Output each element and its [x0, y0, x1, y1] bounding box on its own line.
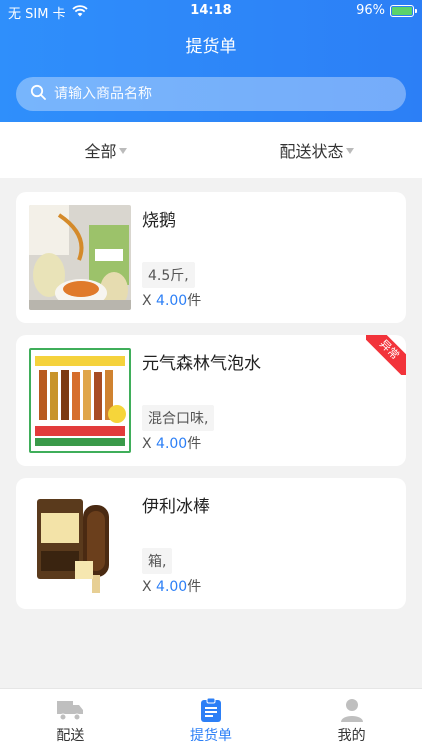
battery-percent: 96%: [356, 3, 385, 18]
page-title: 提货单: [185, 37, 237, 57]
filter-delivery-status-label: 配送状态: [279, 142, 344, 161]
qty-prefix: X: [142, 579, 157, 595]
search-bar[interactable]: [16, 77, 406, 111]
qty-unit: 件: [187, 436, 202, 452]
filter-bar: 全部 配送状态: [0, 122, 422, 178]
clipboard-icon: [199, 697, 223, 723]
product-quantity: X 4.00件: [142, 576, 201, 596]
product-image: [29, 491, 131, 596]
caret-down-icon: [118, 148, 127, 154]
product-name: 烧鹅: [142, 211, 176, 231]
user-icon: [339, 697, 365, 723]
product-spec: 4.5斤,: [142, 262, 195, 288]
order-card[interactable]: 伊利冰棒 箱, X 4.00件: [16, 478, 406, 609]
tab-mine-label: 我的: [337, 728, 366, 744]
qty-prefix: X: [142, 293, 157, 309]
product-image: [29, 348, 131, 453]
truck-icon: [56, 697, 84, 723]
qty-value: 4.00: [156, 579, 188, 595]
tab-pickup-orders-label: 提货单: [190, 728, 232, 744]
exception-badge-label: 异常: [366, 335, 406, 375]
product-quantity: X 4.00件: [142, 290, 201, 310]
caret-down-icon: [345, 148, 354, 154]
order-card[interactable]: 烧鹅 4.5斤, X 4.00件: [16, 192, 406, 323]
product-name: 伊利冰棒: [142, 497, 210, 517]
order-card[interactable]: 元气森林气泡水 混合口味, X 4.00件 异常: [16, 335, 406, 466]
product-spec: 混合口味,: [142, 405, 215, 431]
tab-mine[interactable]: 我的: [281, 689, 422, 750]
tab-pickup-orders[interactable]: 提货单: [141, 689, 282, 750]
product-quantity: X 4.00件: [142, 433, 201, 453]
filter-all-label: 全部: [84, 142, 117, 161]
product-image: [29, 205, 131, 310]
qty-value: 4.00: [156, 293, 188, 309]
product-name: 元气森林气泡水: [142, 354, 261, 374]
order-list: 烧鹅 4.5斤, X 4.00件 元气森林气泡水 混合口味, X 4.00件 异…: [16, 192, 406, 621]
product-spec: 箱,: [142, 548, 173, 574]
exception-badge: 异常: [366, 335, 406, 375]
qty-unit: 件: [187, 293, 202, 309]
status-bar: 无 SIM 卡 14:18 96%: [0, 0, 422, 22]
filter-all[interactable]: 全部: [0, 122, 211, 178]
search-icon: [30, 84, 46, 104]
search-input[interactable]: [54, 86, 374, 102]
qty-unit: 件: [187, 579, 202, 595]
tab-delivery-label: 配送: [56, 728, 85, 744]
qty-prefix: X: [142, 436, 157, 452]
qty-value: 4.00: [156, 436, 188, 452]
tab-bar: 配送 提货单 我的: [0, 688, 422, 750]
battery-icon: [390, 4, 417, 17]
header: 无 SIM 卡 14:18 96% 提货单: [0, 0, 422, 122]
filter-delivery-status[interactable]: 配送状态: [211, 122, 422, 178]
tab-delivery[interactable]: 配送: [0, 689, 141, 750]
